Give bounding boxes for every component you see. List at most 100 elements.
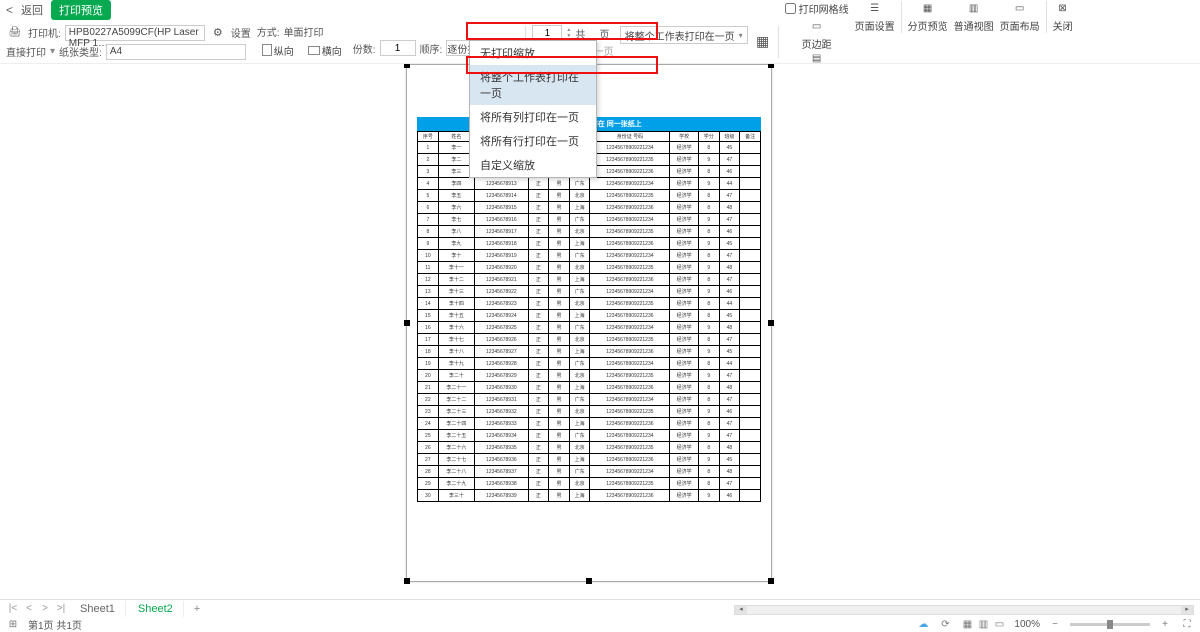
mode-value[interactable]: 单面打印 bbox=[284, 24, 324, 39]
settings-label[interactable]: 设置 bbox=[231, 25, 251, 40]
table-row: 11李十一12345678920正男北京12345678909221235经济学… bbox=[418, 262, 761, 274]
horizontal-scrollbar[interactable]: ◂ ▸ bbox=[734, 605, 1194, 615]
table-row: 14李十四12345678923正男北京12345678909221235经济学… bbox=[418, 298, 761, 310]
landscape-button[interactable]: 横向 bbox=[303, 41, 347, 60]
drag-handle[interactable] bbox=[586, 578, 592, 584]
portrait-icon bbox=[262, 44, 272, 56]
table-row: 7李七12345678916正男广东12345678909221234经济学94… bbox=[418, 214, 761, 226]
sheet-nav-last[interactable]: >| bbox=[54, 603, 68, 614]
table-row: 21李二十一12345678930正男上海12345678909221236经济… bbox=[418, 382, 761, 394]
scroll-left-arrow[interactable]: ◂ bbox=[735, 606, 747, 614]
back-arrow-icon[interactable]: < bbox=[6, 3, 13, 17]
portrait-button[interactable]: 纵向 bbox=[257, 41, 299, 60]
add-sheet-button[interactable]: + bbox=[186, 601, 208, 617]
page-layout-button[interactable]: ▭页面布局 bbox=[1000, 1, 1040, 33]
table-header: 序号 bbox=[418, 132, 439, 142]
scale-option-fit-cols[interactable]: 将所有列打印在一页 bbox=[470, 105, 596, 129]
page-setup-button[interactable]: ☰页面设置 bbox=[855, 1, 895, 33]
view-mode-break[interactable]: ▭ bbox=[992, 618, 1006, 630]
zoom-out-button[interactable]: − bbox=[1048, 618, 1062, 630]
table-row: 18李十八12345678927正男上海12345678909221236经济学… bbox=[418, 346, 761, 358]
table-header: 学校 bbox=[670, 132, 699, 142]
drag-handle[interactable] bbox=[404, 578, 410, 584]
margins-button[interactable]: ▭页边距 bbox=[797, 19, 837, 51]
sheet-nav-next[interactable]: > bbox=[38, 603, 52, 614]
table-row: 4李四12345678913正男广东12345678909221234经济学94… bbox=[418, 178, 761, 190]
table-row: 30李三十12345678939正男上海12345678909221236经济学… bbox=[418, 490, 761, 502]
table-row: 10李十12345678919正男广东12345678909221234经济学8… bbox=[418, 250, 761, 262]
status-bar: ⊞ 第1页 共1页 ☁ ⟳ ▦ ▥ ▭ 100% − + ⛶ bbox=[0, 617, 1200, 631]
page-total-label: 共 bbox=[575, 26, 585, 41]
zoom-slider[interactable] bbox=[1070, 623, 1150, 626]
sync-icon[interactable]: ⟳ bbox=[938, 618, 952, 630]
copies-input[interactable] bbox=[380, 40, 416, 56]
table-row: 25李二十五12345678934正男广东12345678909221234经济… bbox=[418, 430, 761, 442]
preview-badge: 打印预览 bbox=[51, 0, 111, 20]
data-table: 序号姓名电话状态籍贯地址身份证 号码学校学分班级备注 1李一1234567891… bbox=[417, 131, 761, 502]
ruler-icon[interactable]: ▦ bbox=[754, 33, 772, 51]
table-row: 17李十七12345678926正男北京12345678909221235经济学… bbox=[418, 334, 761, 346]
scale-option-fit-rows[interactable]: 将所有行打印在一页 bbox=[470, 129, 596, 153]
gear-icon[interactable] bbox=[209, 24, 227, 42]
table-header: 身份证 号码 bbox=[590, 132, 670, 142]
scale-dropdown: 无打印缩放 将整个工作表打印在一页 将所有列打印在一页 将所有行打印在一页 自定… bbox=[469, 40, 597, 178]
table-row: 6李六12345678915正男上海12345678909221236经济学84… bbox=[418, 202, 761, 214]
direct-print-button[interactable]: 直接打印 bbox=[6, 44, 46, 59]
view-mode-normal[interactable]: ▦ bbox=[960, 618, 974, 630]
zoom-value: 100% bbox=[1014, 619, 1040, 630]
toolbar: 🖨 打印机: HPB0227A5099CF(HP Laser MFP 1… 设置… bbox=[0, 20, 1200, 64]
zoom-in-button[interactable]: + bbox=[1158, 618, 1172, 630]
table-row: 27李二十七12345678936正男上海12345678909221236经济… bbox=[418, 454, 761, 466]
scale-combo[interactable]: 将整个工作表打印在一页 ▾ bbox=[620, 26, 748, 44]
table-row: 29李二十九12345678938正男北京12345678909221235经济… bbox=[418, 478, 761, 490]
fullscreen-icon[interactable]: ⛶ bbox=[1180, 618, 1194, 630]
print-gridlines-checkbox[interactable]: 打印网格线 bbox=[785, 1, 849, 16]
sheet-nav-prev[interactable]: < bbox=[22, 603, 36, 614]
landscape-icon bbox=[308, 46, 320, 55]
table-row: 9李九12345678918正男上海12345678909221236经济学94… bbox=[418, 238, 761, 250]
close-button[interactable]: ⊠关闭 bbox=[1053, 1, 1073, 33]
cloud-sync-icon[interactable]: ☁ bbox=[916, 618, 930, 630]
paper-select[interactable]: A4 bbox=[106, 44, 246, 60]
table-row: 13李十三12345678922正男广东12345678909221234经济学… bbox=[418, 286, 761, 298]
view-mode-layout[interactable]: ▥ bbox=[976, 618, 990, 630]
table-row: 22李二十二12345678931正男广东12345678909221234经济… bbox=[418, 394, 761, 406]
page-info-label: 第1页 共1页 bbox=[28, 617, 82, 632]
page-number-input[interactable] bbox=[532, 25, 562, 41]
table-row: 26李二十六12345678935正男北京12345678909221235经济… bbox=[418, 442, 761, 454]
table-row: 8李八12345678917正男北京12345678909221235经济学84… bbox=[418, 226, 761, 238]
preview-canvas: excel表格 怎样打印在 同一张纸上 序号姓名电话状态籍贯地址身份证 号码学校… bbox=[0, 64, 1200, 599]
normal-view-button[interactable]: ▥普通视图 bbox=[954, 1, 994, 33]
sheet-tab-2[interactable]: Sheet2 bbox=[128, 601, 184, 617]
printer-label: 打印机: bbox=[28, 25, 61, 40]
drag-handle[interactable] bbox=[404, 320, 410, 326]
table-row: 28李二十八12345678937正男广东12345678909221234经济… bbox=[418, 466, 761, 478]
sheet-nav-first[interactable]: |< bbox=[6, 603, 20, 614]
drag-handle[interactable] bbox=[768, 64, 774, 68]
page-unit: 页 bbox=[599, 26, 609, 41]
table-row: 19李十九12345678928正男广东12345678909221234经济学… bbox=[418, 358, 761, 370]
drag-handle[interactable] bbox=[768, 578, 774, 584]
return-link[interactable]: 返回 bbox=[21, 2, 43, 18]
table-row: 23李二十三12345678932正男北京12345678909221235经济… bbox=[418, 406, 761, 418]
drag-handle[interactable] bbox=[404, 64, 410, 68]
scale-option-custom[interactable]: 自定义缩放 bbox=[470, 153, 596, 177]
scale-option-none[interactable]: 无打印缩放 bbox=[470, 41, 596, 65]
table-row: 20李二十12345678929正男北京12345678909221235经济学… bbox=[418, 370, 761, 382]
scroll-right-arrow[interactable]: ▸ bbox=[1181, 606, 1193, 614]
table-header: 学分 bbox=[698, 132, 719, 142]
table-header: 备注 bbox=[740, 132, 761, 142]
order-label: 顺序: bbox=[420, 41, 443, 56]
copies-label: 份数: bbox=[353, 41, 376, 56]
sheet-tab-1[interactable]: Sheet1 bbox=[70, 601, 126, 617]
drag-handle[interactable] bbox=[768, 320, 774, 326]
mode-label: 方式: bbox=[257, 24, 280, 39]
printer-select[interactable]: HPB0227A5099CF(HP Laser MFP 1… bbox=[65, 25, 205, 41]
table-row: 15李十五12345678924正男上海12345678909221236经济学… bbox=[418, 310, 761, 322]
table-row: 24李二十四12345678933正男上海12345678909221236经济… bbox=[418, 418, 761, 430]
paper-type-label: 纸张类型: bbox=[59, 44, 102, 59]
page-spin-down[interactable]: ▼ bbox=[566, 33, 571, 39]
status-icon[interactable]: ⊞ bbox=[6, 618, 20, 630]
page-break-button[interactable]: ▦分页预览 bbox=[908, 1, 948, 33]
scale-option-fit-sheet[interactable]: 将整个工作表打印在一页 bbox=[470, 65, 596, 105]
